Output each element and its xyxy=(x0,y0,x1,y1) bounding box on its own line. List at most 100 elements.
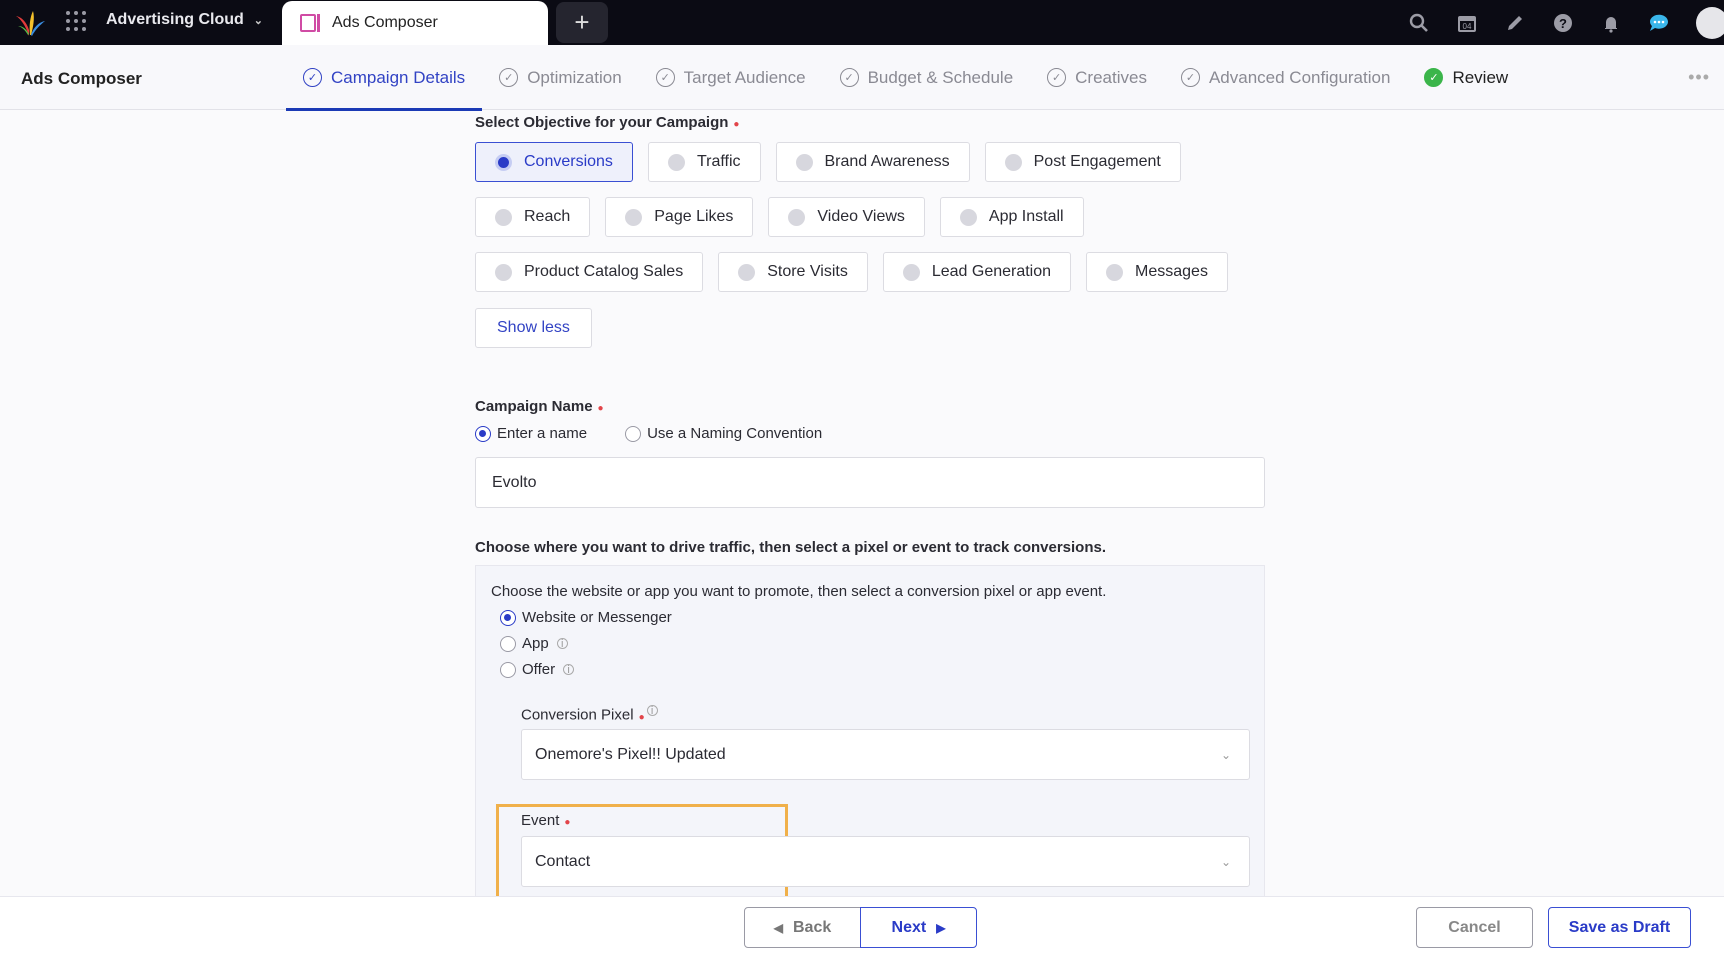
calendar-icon[interactable]: 04 xyxy=(1456,12,1478,34)
campaign-name-options: Enter a name Use a Naming Convention xyxy=(475,425,822,442)
select-value: Onemore's Pixel!! Updated xyxy=(535,745,726,763)
step-campaign-details[interactable]: ✓ Campaign Details xyxy=(286,45,483,111)
caret-right-icon: ▶ xyxy=(936,920,946,935)
check-circle-icon: ✓ xyxy=(303,68,322,87)
info-icon[interactable]: i xyxy=(646,705,658,717)
objective-traffic[interactable]: Traffic xyxy=(647,142,761,182)
search-icon[interactable] xyxy=(1408,12,1430,34)
objective-reach[interactable]: Reach xyxy=(475,197,591,237)
step-target-audience[interactable]: ✓ Target Audience xyxy=(639,45,823,110)
step-review[interactable]: ✓ Review xyxy=(1407,45,1525,110)
tab-label: Ads Composer xyxy=(332,14,438,31)
check-circle-icon: ✓ xyxy=(1424,68,1444,87)
thumbs-up-icon xyxy=(625,208,643,226)
footer-bar: ◀ Back Next ▶ Cancel Save as Draft xyxy=(0,896,1724,966)
check-circle-icon: ✓ xyxy=(839,68,859,87)
objective-row: Product Catalog Sales Store Visits Lead … xyxy=(475,252,1228,292)
objective-label: Select Objective for your Campaign ● xyxy=(475,114,740,131)
top-bar: Advertising Cloud ⌄ Ads Composer + 04 ? xyxy=(0,0,1724,45)
objective-post-engagement[interactable]: Post Engagement xyxy=(984,142,1181,182)
show-less-button[interactable]: Show less xyxy=(475,308,592,348)
step-label: Campaign Details xyxy=(331,67,466,87)
app-launcher-icon[interactable] xyxy=(66,11,86,31)
step-navigation: ✓ Campaign Details ✓ Optimization ✓ Target … xyxy=(286,45,1525,111)
radio-app[interactable]: App i xyxy=(500,635,672,652)
app-logo[interactable] xyxy=(14,8,46,38)
next-button[interactable]: Next ▶ xyxy=(860,907,977,948)
sub-header: Ads Composer ✓ Campaign Details ✓ Optimiza… xyxy=(0,45,1724,111)
step-label: Optimization xyxy=(527,67,622,87)
objective-row: Reach Page Likes Video Views App Install xyxy=(475,197,1084,237)
step-label: Target Audience xyxy=(683,67,806,87)
objective-video-views[interactable]: Video Views xyxy=(768,197,925,237)
composer-icon xyxy=(300,14,320,32)
save-as-draft-button[interactable]: Save as Draft xyxy=(1548,907,1691,948)
objective-row: Conversions Traffic Brand Awareness Post… xyxy=(475,142,1181,182)
traffic-label: Choose where you want to drive traffic, … xyxy=(475,539,1107,556)
step-advanced-configuration[interactable]: ✓ Advanced Configuration xyxy=(1164,45,1407,110)
step-label: Budget & Schedule xyxy=(867,67,1014,87)
objective-app-install[interactable]: App Install xyxy=(939,197,1084,237)
campaign-name-label: Campaign Name ● xyxy=(475,398,604,415)
svg-text:04: 04 xyxy=(1463,22,1472,31)
check-circle-icon: ✓ xyxy=(499,68,519,87)
objective-conversions[interactable]: Conversions xyxy=(475,142,633,182)
required-marker: ● xyxy=(564,817,571,828)
back-button[interactable]: ◀ Back xyxy=(744,907,861,948)
objective-product-catalog-sales[interactable]: Product Catalog Sales xyxy=(475,252,704,292)
step-budget-schedule[interactable]: ✓ Budget & Schedule xyxy=(823,45,1031,110)
tab-ads-composer[interactable]: Ads Composer xyxy=(282,1,548,45)
radio-use-naming-convention[interactable]: Use a Naming Convention xyxy=(625,425,822,442)
radio-selected xyxy=(500,609,516,626)
comment-icon xyxy=(1004,153,1022,171)
conversion-pixel-select[interactable]: Onemore's Pixel!! Updated ⌄ xyxy=(521,729,1250,780)
objective-page-likes[interactable]: Page Likes xyxy=(605,197,754,237)
radio-unselected xyxy=(625,425,642,442)
edit-icon[interactable] xyxy=(1504,12,1526,34)
info-icon[interactable]: i xyxy=(563,664,575,676)
radio-selected xyxy=(475,425,491,442)
chevron-down-icon: ⌄ xyxy=(253,14,263,27)
select-value: Contact xyxy=(535,852,591,870)
avatar[interactable] xyxy=(1696,6,1724,39)
video-icon xyxy=(788,208,806,226)
campaign-name-input[interactable]: Evolto xyxy=(475,457,1265,508)
step-label: Review xyxy=(1452,67,1509,87)
check-circle-icon: ✓ xyxy=(655,68,675,87)
globe-icon xyxy=(495,153,512,171)
required-marker: ● xyxy=(733,119,740,130)
help-icon[interactable]: ? xyxy=(1552,12,1574,34)
objective-store-visits[interactable]: Store Visits xyxy=(718,252,868,292)
event-select[interactable]: Contact ⌄ xyxy=(521,836,1250,887)
cart-icon xyxy=(495,263,512,281)
required-marker: ● xyxy=(597,403,604,414)
page-title: Ads Composer xyxy=(21,69,142,88)
panel-instructions: Choose the website or app you want to pr… xyxy=(491,583,1107,600)
cursor-icon xyxy=(902,263,920,281)
promote-options: Website or Messenger App i Offer i xyxy=(500,609,672,678)
app-switcher[interactable]: Advertising Cloud ⌄ xyxy=(106,11,263,29)
objective-brand-awareness[interactable]: Brand Awareness xyxy=(775,142,970,182)
required-marker: ● xyxy=(638,711,645,723)
new-tab-button[interactable]: + xyxy=(556,2,608,43)
location-icon xyxy=(738,263,756,281)
more-options-icon[interactable]: ••• xyxy=(1688,67,1710,88)
chevron-down-icon: ⌄ xyxy=(1220,747,1231,762)
info-icon[interactable]: i xyxy=(556,638,568,650)
cursor-icon xyxy=(495,208,512,226)
radio-website-or-messenger[interactable]: Website or Messenger xyxy=(500,609,672,626)
bell-icon[interactable] xyxy=(1600,12,1622,34)
cursor-icon xyxy=(667,153,685,171)
radio-offer[interactable]: Offer i xyxy=(500,661,672,678)
step-creatives[interactable]: ✓ Creatives xyxy=(1030,45,1164,110)
step-label: Creatives xyxy=(1075,67,1147,87)
cancel-button[interactable]: Cancel xyxy=(1416,907,1533,948)
radio-enter-a-name[interactable]: Enter a name xyxy=(475,425,587,442)
check-circle-icon: ✓ xyxy=(1180,68,1200,87)
caret-left-icon: ◀ xyxy=(773,920,783,935)
objective-lead-generation[interactable]: Lead Generation xyxy=(882,252,1072,292)
box-icon xyxy=(959,208,977,226)
step-optimization[interactable]: ✓ Optimization xyxy=(482,45,638,110)
chat-icon[interactable] xyxy=(1648,12,1670,34)
objective-messages[interactable]: Messages xyxy=(1086,252,1228,292)
